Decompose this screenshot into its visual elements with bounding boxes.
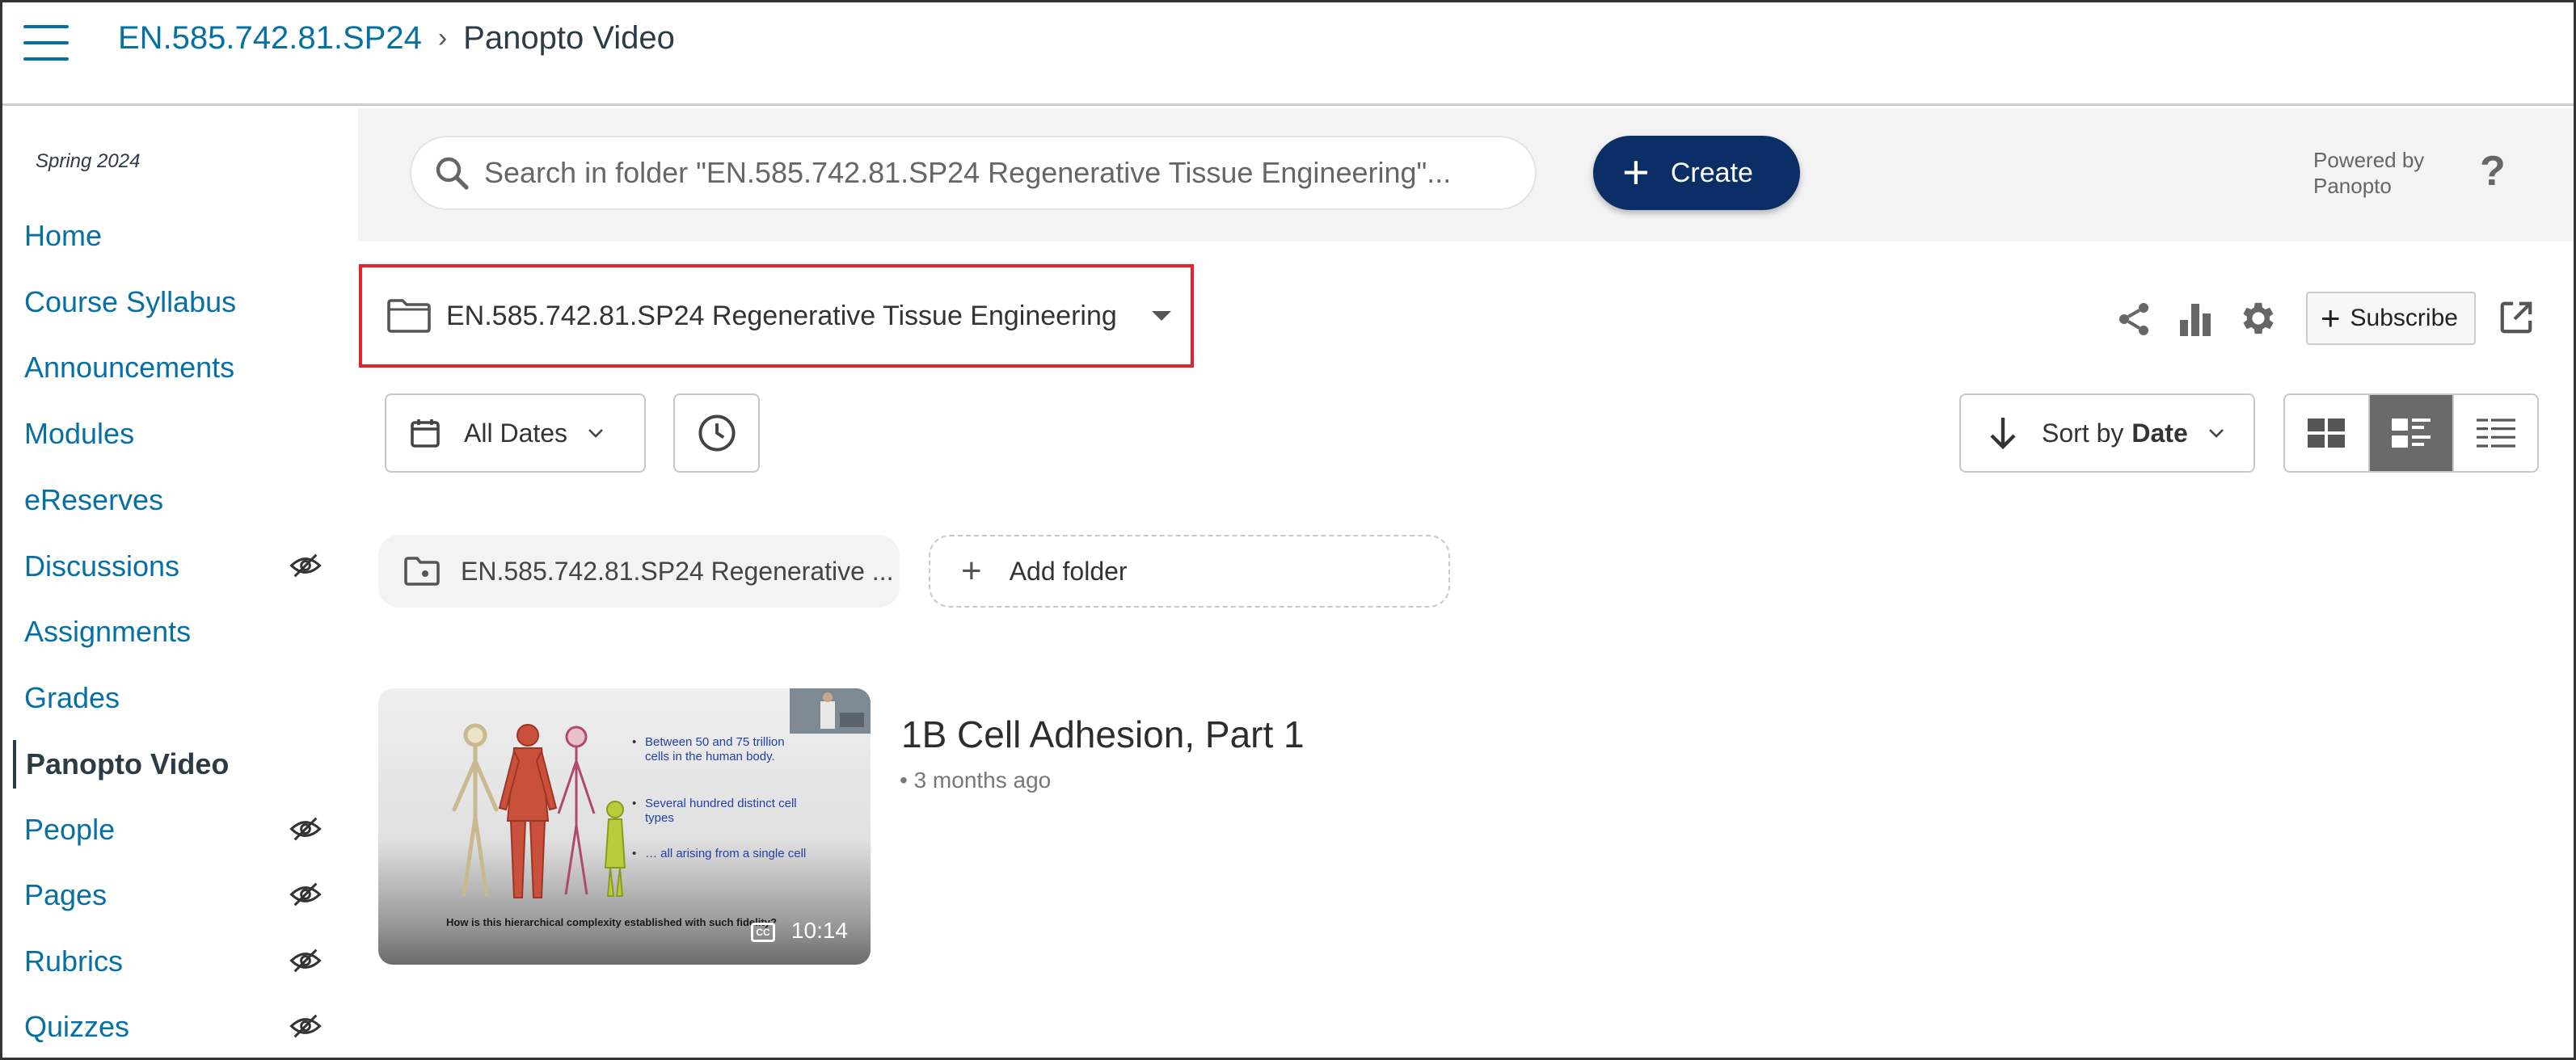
subscribe-button[interactable]: + Subscribe bbox=[2306, 292, 2476, 345]
nav-item-announcements[interactable]: Announcements bbox=[24, 343, 348, 392]
subfolder-name: EN.585.742.81.SP24 Regenerative ... bbox=[461, 556, 894, 586]
nav-item-label: Grades bbox=[24, 681, 120, 714]
nav-item-label: Modules bbox=[24, 417, 135, 450]
search-placeholder: Search in folder "EN.585.742.81.SP24 Reg… bbox=[484, 156, 1452, 189]
closed-captions-icon: CC bbox=[751, 923, 775, 942]
nav-item-home[interactable]: Home bbox=[24, 212, 348, 260]
nav-item-label: People bbox=[24, 813, 116, 846]
caret-down-icon bbox=[1152, 311, 1171, 321]
nav-item-label: Home bbox=[24, 219, 103, 252]
sort-dropdown[interactable]: Sort by Date bbox=[1959, 393, 2255, 473]
nav-item-label: Course Syllabus bbox=[24, 285, 237, 318]
plus-icon: + bbox=[1622, 146, 1650, 199]
create-button[interactable]: + Create bbox=[1593, 136, 1800, 210]
breadcrumb-current-page: Panopto Video bbox=[463, 20, 675, 56]
nav-item-course-syllabus[interactable]: Course Syllabus bbox=[24, 278, 348, 326]
detail-view-button[interactable] bbox=[2367, 395, 2455, 471]
open-external-icon[interactable] bbox=[2498, 299, 2535, 336]
video-title[interactable]: 1B Cell Adhesion, Part 1 bbox=[901, 713, 1305, 756]
nav-item-panopto-video[interactable]: Panopto Video bbox=[13, 740, 336, 789]
video-thumbnail[interactable]: Between 50 and 75 trillion cells in the … bbox=[378, 688, 871, 965]
nav-item-label: eReserves bbox=[24, 483, 164, 516]
folder-selector[interactable]: EN.585.742.81.SP24 Regenerative Tissue E… bbox=[359, 264, 1194, 368]
nav-item-label: Announcements bbox=[24, 351, 235, 384]
search-input[interactable]: Search in folder "EN.585.742.81.SP24 Reg… bbox=[410, 136, 1537, 210]
grid-view-button[interactable] bbox=[2285, 395, 2368, 471]
arrow-down-icon bbox=[1990, 418, 2016, 450]
nav-item-rubrics[interactable]: Rubrics bbox=[24, 937, 348, 986]
breadcrumb-separator-icon: › bbox=[437, 23, 448, 53]
breadcrumb: EN.585.742.81.SP24 › Panopto Video bbox=[118, 20, 675, 57]
slide-bullet-2: Several hundred distinct cell types bbox=[632, 797, 807, 826]
plus-icon: + bbox=[2321, 299, 2341, 337]
add-folder-label: Add folder bbox=[1009, 556, 1128, 586]
subscribe-label: Subscribe bbox=[2350, 305, 2458, 331]
term-label: Spring 2024 bbox=[36, 150, 141, 172]
folder-icon bbox=[387, 299, 431, 333]
nav-item-label: Pages bbox=[24, 878, 108, 911]
create-label: Create bbox=[1670, 157, 1753, 188]
sort-prefix: Sort by bbox=[2042, 418, 2124, 448]
hidden-eye-icon bbox=[289, 817, 322, 841]
nav-item-label: Rubrics bbox=[24, 944, 124, 978]
video-age: • 3 months ago bbox=[900, 768, 1052, 793]
nav-item-label: Assignments bbox=[24, 615, 192, 648]
gear-icon[interactable] bbox=[2237, 297, 2279, 339]
list-view-icon bbox=[2476, 419, 2515, 448]
plus-icon: + bbox=[961, 551, 982, 591]
nav-item-assignments[interactable]: Assignments bbox=[24, 608, 348, 656]
list-view-button[interactable] bbox=[2454, 395, 2537, 471]
hidden-eye-icon bbox=[289, 882, 322, 906]
course-navigation: Spring 2024 Home Course Syllabus Announcem… bbox=[13, 108, 356, 1058]
breadcrumb-course-link[interactable]: EN.585.742.81.SP24 bbox=[118, 20, 422, 57]
calendar-icon bbox=[411, 419, 440, 448]
recent-filter-button[interactable] bbox=[673, 393, 760, 473]
detail-view-icon bbox=[2392, 419, 2431, 448]
add-folder-button[interactable]: + Add folder bbox=[929, 535, 1450, 608]
share-icon[interactable] bbox=[2114, 299, 2153, 339]
hidden-eye-icon bbox=[289, 1014, 322, 1038]
chevron-down-icon bbox=[588, 429, 603, 438]
folder-title: EN.585.742.81.SP24 Regenerative Tissue E… bbox=[446, 300, 1117, 331]
powered-by-text: Powered by Panopto bbox=[2313, 148, 2425, 198]
panopto-header: Search in folder "EN.585.742.81.SP24 Reg… bbox=[358, 108, 2574, 242]
chevron-down-icon bbox=[2208, 429, 2224, 438]
anatomy-illustration bbox=[452, 723, 626, 898]
nav-item-ereserves[interactable]: eReserves bbox=[24, 476, 348, 524]
presenter-pip bbox=[790, 688, 871, 734]
stats-icon[interactable] bbox=[2178, 301, 2212, 338]
nav-item-label: Discussions bbox=[24, 549, 180, 583]
date-filter-dropdown[interactable]: All Dates bbox=[385, 393, 646, 473]
nav-item-pages[interactable]: Pages bbox=[24, 871, 348, 919]
grid-view-icon bbox=[2308, 419, 2346, 448]
nav-item-quizzes[interactable]: Quizzes bbox=[24, 1003, 348, 1051]
nav-item-label: Panopto Video bbox=[26, 747, 230, 780]
date-filter-label: All Dates bbox=[464, 418, 568, 448]
slide-caption: How is this hierarchical complexity esta… bbox=[446, 916, 777, 928]
subfolder-item[interactable]: EN.585.742.81.SP24 Regenerative ... bbox=[378, 535, 900, 608]
slide-bullet-3: … all arising from a single cell bbox=[632, 847, 807, 861]
slide-bullet-1: Between 50 and 75 trillion cells in the … bbox=[632, 735, 807, 764]
nav-item-label: Quizzes bbox=[24, 1010, 130, 1043]
clock-icon bbox=[698, 414, 736, 452]
hidden-eye-icon bbox=[289, 553, 322, 578]
hamburger-menu-icon[interactable] bbox=[23, 25, 69, 61]
search-icon bbox=[436, 157, 469, 190]
video-duration: 10:14 bbox=[791, 918, 848, 943]
nav-item-discussions[interactable]: Discussions bbox=[24, 542, 348, 591]
nav-item-modules[interactable]: Modules bbox=[24, 410, 348, 458]
folder-icon bbox=[404, 557, 440, 586]
top-bar: EN.585.742.81.SP24 › Panopto Video bbox=[2, 2, 2574, 106]
help-icon[interactable]: ? bbox=[2480, 147, 2506, 196]
nav-item-people[interactable]: People bbox=[24, 806, 348, 854]
view-mode-toggle bbox=[2283, 393, 2539, 473]
sort-field: Date bbox=[2131, 418, 2188, 448]
hidden-eye-icon bbox=[289, 949, 322, 973]
nav-item-grades[interactable]: Grades bbox=[24, 674, 348, 722]
